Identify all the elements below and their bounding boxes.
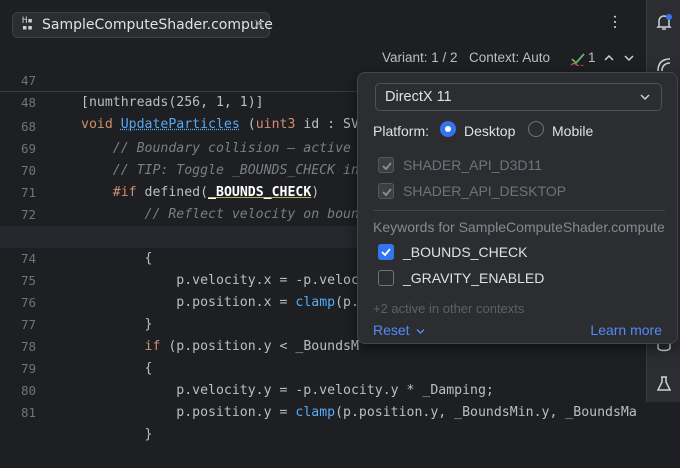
checkbox-label[interactable]: _BOUNDS_CHECK [403,244,527,260]
platform-label: Platform: [373,123,429,139]
code-text: } [81,424,152,446]
close-icon[interactable]: × [253,16,265,32]
checkbox-label: SHADER_API_D3D11 [403,157,542,173]
flask-icon[interactable] [654,374,674,394]
code-text: p.position.y = clamp(p.position.y, _Boun… [81,402,637,424]
chevron-up-icon[interactable] [604,54,614,62]
radio-desktop-label[interactable]: Desktop [464,123,515,139]
reset-button[interactable]: Reset [373,322,425,338]
radio-mobile-label[interactable]: Mobile [552,123,593,139]
chevron-down-icon[interactable] [624,54,634,62]
checkbox-label: SHADER_API_DESKTOP [403,183,566,199]
other-contexts-note: +2 active in other contexts [373,301,524,316]
checkbox-label[interactable]: _GRAVITY_ENABLED [403,270,544,286]
tab-label: SampleComputeShader.compute [42,17,273,33]
learn-more-link[interactable]: Learn more [590,322,662,338]
more-options-icon[interactable]: ⋯ [612,14,618,28]
shader-context-popup: DirectX 11 Platform: Desktop Mobile SHAD… [357,72,678,344]
check-count: 1 [588,50,596,65]
checkbox-shader-api-desktop [378,183,394,199]
code-line: 81 } [0,380,646,402]
editor-tab-bar: H▪ ▪▪ SampleComputeShader.compute × ⋯ [0,0,646,50]
divider [373,210,665,211]
reset-label: Reset [373,322,410,338]
editor-tab[interactable]: H▪ ▪▪ SampleComputeShader.compute × [12,12,270,38]
radio-desktop[interactable] [440,121,456,137]
checkbox-bounds-check[interactable] [378,244,394,260]
check-icon [570,52,586,66]
shader-file-icon: H▪ ▪▪ [22,18,36,32]
checkbox-shader-api-d3d11 [378,157,394,173]
line-number: 81 [0,402,36,424]
graphics-api-dropdown[interactable]: DirectX 11 [375,83,662,111]
chevron-down-icon [638,90,652,104]
variant-selector[interactable]: Variant: 1 / 2 [382,50,458,65]
checkbox-gravity-enabled[interactable] [378,270,394,286]
keywords-header: Keywords for SampleComputeShader.compute [373,219,665,235]
radio-mobile[interactable] [528,121,544,137]
context-selector[interactable]: Context: Auto [469,50,550,65]
code-line: 80 p.position.y = clamp(p.position.y, _B… [0,358,646,380]
dropdown-value: DirectX 11 [385,89,452,105]
notifications-bell-icon[interactable] [654,12,674,32]
chevron-down-icon [416,328,425,335]
